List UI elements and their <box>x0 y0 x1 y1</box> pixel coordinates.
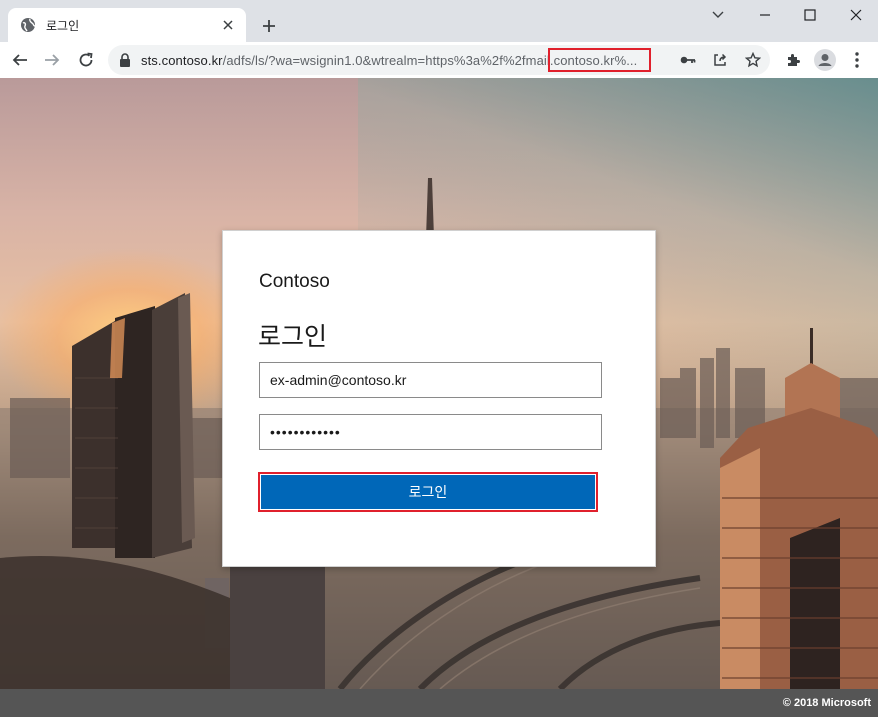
forward-icon[interactable] <box>38 46 66 74</box>
url-highlight-box <box>548 48 651 72</box>
extensions-icon[interactable] <box>779 46 807 74</box>
globe-icon <box>20 17 36 33</box>
back-icon[interactable] <box>6 46 34 74</box>
browser-tab[interactable]: 로그인 <box>8 8 246 42</box>
close-window-icon[interactable] <box>845 4 867 26</box>
copyright-text: © 2018 Microsoft <box>782 697 871 709</box>
sign-in-button[interactable]: 로그인 <box>261 475 595 509</box>
star-icon[interactable] <box>743 50 763 70</box>
tab-strip: 로그인 <box>0 0 878 42</box>
plus-icon[interactable] <box>257 14 281 38</box>
minimize-icon[interactable] <box>754 4 776 26</box>
login-card: Contoso 로그인 로그인 <box>222 230 656 567</box>
profile-icon[interactable] <box>811 46 839 74</box>
address-bar[interactable]: sts.contoso.kr/adfs/ls/?wa=wsignin1.0&wt… <box>108 45 770 75</box>
browser-toolbar: sts.contoso.kr/adfs/ls/?wa=wsignin1.0&wt… <box>0 42 878 78</box>
close-icon[interactable] <box>220 17 236 33</box>
submit-highlight-box: 로그인 <box>258 472 598 512</box>
url-host: sts.contoso.kr <box>141 53 223 68</box>
maximize-icon[interactable] <box>799 4 821 26</box>
reload-icon[interactable] <box>72 46 100 74</box>
username-field[interactable] <box>259 362 602 398</box>
tab-title: 로그인 <box>46 18 80 33</box>
brand-name: Contoso <box>259 271 330 292</box>
page-footer: © 2018 Microsoft <box>0 689 878 717</box>
key-icon[interactable] <box>678 50 698 70</box>
menu-icon[interactable] <box>843 46 871 74</box>
password-field[interactable] <box>259 414 602 450</box>
share-icon[interactable] <box>710 50 730 70</box>
lock-icon[interactable] <box>118 52 132 68</box>
page-title: 로그인 <box>258 322 328 351</box>
chevron-down-icon[interactable] <box>707 4 729 26</box>
